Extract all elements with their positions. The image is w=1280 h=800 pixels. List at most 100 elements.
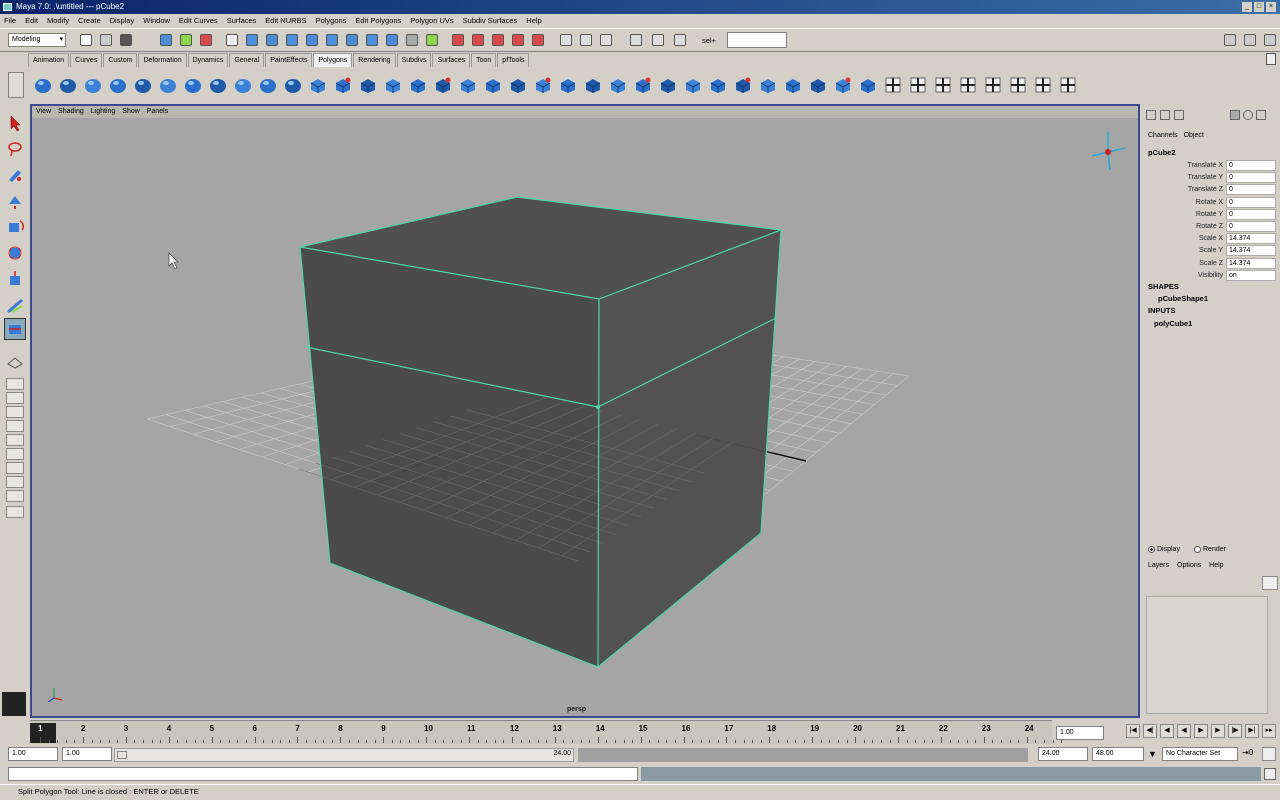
shelf-tab-pftools[interactable]: pfTools	[497, 53, 530, 67]
time-slider[interactable]: 1 2 3 4 5 6 7 8 9 10 11 12 13 14 15 16 17 18 19 20 21 22 23 24	[30, 720, 1063, 744]
split-polygon-tool-icon[interactable]	[4, 318, 26, 340]
checker-select-icon[interactable]	[982, 74, 1004, 96]
boolean-difference-icon[interactable]	[407, 74, 429, 96]
average-vertices-icon[interactable]	[507, 74, 529, 96]
mirror-geometry-icon[interactable]	[457, 74, 479, 96]
shelf-tab-dynamics[interactable]: Dynamics	[187, 53, 229, 67]
channel-arrow-icon[interactable]	[1256, 110, 1266, 120]
delete-edge-icon[interactable]	[757, 74, 779, 96]
poly-pipe-icon[interactable]	[207, 74, 229, 96]
layout-persp-outliner-icon[interactable]	[674, 34, 686, 46]
extract-icon[interactable]	[357, 74, 379, 96]
poly-soccer-ball-icon[interactable]	[257, 74, 279, 96]
attribute-value-field[interactable]: 14.374	[1226, 257, 1276, 269]
select-component-icon[interactable]	[200, 34, 212, 46]
current-frame-marker[interactable]	[30, 723, 56, 743]
append-polygon-icon[interactable]	[782, 74, 804, 96]
close-button[interactable]: ×	[1266, 2, 1276, 12]
lasso-tool-icon[interactable]	[4, 138, 26, 160]
shape-node-name[interactable]: pCubeShape1	[1158, 294, 1208, 303]
redo-icon[interactable]	[580, 34, 592, 46]
poly-helix-icon[interactable]	[232, 74, 254, 96]
merge-vertices-icon[interactable]	[732, 74, 754, 96]
selected-object-name[interactable]: pCube2	[1148, 148, 1176, 157]
channel-tool-icon[interactable]	[1230, 110, 1240, 120]
menu-display[interactable]: Display	[110, 14, 135, 28]
scale-tool-icon[interactable]	[4, 242, 26, 264]
hotbox-icon[interactable]	[600, 34, 612, 46]
toggle-smooth-icon[interactable]	[1057, 74, 1079, 96]
fill-hole-icon[interactable]	[582, 74, 604, 96]
attribute-value-field[interactable]: 0	[1226, 184, 1276, 196]
attribute-value-field[interactable]: 0	[1226, 221, 1276, 232]
channel-box-tab-channels[interactable]: Channels	[1148, 132, 1178, 139]
panel-menu-lighting[interactable]: Lighting	[91, 106, 116, 118]
step-forward-key-icon[interactable]: |▶	[1228, 724, 1242, 738]
poly-torus-icon[interactable]	[157, 74, 179, 96]
select-hierarchy-icon[interactable]	[160, 34, 172, 46]
select-object-icon[interactable]	[180, 34, 192, 46]
uv-texture-editor-icon[interactable]	[932, 74, 954, 96]
bevel-icon[interactable]	[707, 74, 729, 96]
playback-end-field[interactable]: 24.00	[1038, 747, 1088, 761]
select-tool-icon[interactable]	[4, 112, 26, 134]
paint-select-tool-icon[interactable]	[4, 164, 26, 186]
layout-graph-icon[interactable]	[6, 434, 24, 446]
open-scene-icon[interactable]	[100, 34, 112, 46]
attribute-value-field[interactable]: 0	[1226, 172, 1276, 184]
attribute-label[interactable]: Visibility	[1148, 270, 1226, 282]
step-back-key-icon[interactable]: ◀|	[1143, 724, 1157, 738]
shelf-tab-toon[interactable]: Toon	[471, 53, 497, 67]
attribute-editor-toggle-icon[interactable]	[1174, 110, 1184, 120]
menu-set-dropdown[interactable]: Modeling	[8, 33, 66, 47]
channel-box-icon[interactable]	[1146, 110, 1156, 120]
shelf-tab-rendering[interactable]: Rendering	[353, 53, 396, 67]
play-forwards-icon[interactable]: ▶	[1194, 724, 1208, 738]
menu-polygon-uvs[interactable]: Polygon UVs	[410, 14, 453, 28]
menu-subdiv-surfaces[interactable]: Subdiv Surfaces	[463, 14, 518, 28]
animation-start-field[interactable]: 1.00	[8, 747, 58, 761]
shelf-tab-animation[interactable]: Animation	[28, 53, 70, 67]
input-node-name[interactable]: polyCube1	[1154, 319, 1192, 328]
attribute-value-field[interactable]: 0	[1226, 160, 1276, 171]
planar-mapping-icon[interactable]	[857, 74, 879, 96]
checker-mapping-icon[interactable]	[1007, 74, 1029, 96]
attribute-label[interactable]: Scale Z	[1148, 258, 1226, 270]
layout-hypershade-icon[interactable]	[6, 448, 24, 460]
make-hole-icon[interactable]	[607, 74, 629, 96]
undo-icon[interactable]	[560, 34, 572, 46]
poly-platonic-icon[interactable]	[282, 74, 304, 96]
layout-single-icon[interactable]	[630, 34, 642, 46]
soft-select-icon[interactable]	[1032, 74, 1054, 96]
layout-expand-icon[interactable]	[6, 506, 24, 518]
shelf-tab-polygons[interactable]: Polygons	[313, 53, 353, 67]
lock-icon[interactable]	[406, 34, 418, 46]
separate-icon[interactable]	[332, 74, 354, 96]
menu-edit-polygons[interactable]: Edit Polygons	[355, 14, 401, 28]
layer-menu-options[interactable]: Options	[1177, 562, 1201, 569]
character-set-field[interactable]: No Character Set	[1162, 747, 1238, 761]
snap-point-icon[interactable]	[266, 34, 278, 46]
boolean-union-icon[interactable]	[382, 74, 404, 96]
universal-manipulator-icon[interactable]	[4, 268, 26, 290]
layout-render-icon[interactable]	[6, 462, 24, 474]
current-frame-field[interactable]: 1.00	[1056, 726, 1104, 740]
attribute-value-field[interactable]: 14.374	[1226, 245, 1276, 257]
minimize-button[interactable]: _	[1242, 2, 1252, 12]
menu-surfaces[interactable]: Surfaces	[227, 14, 257, 28]
character-set-dropdown-icon[interactable]: ▼	[1148, 749, 1157, 759]
layout-trax-icon[interactable]	[6, 476, 24, 488]
menu-file[interactable]: File	[4, 14, 16, 28]
sculpt-geometry-icon[interactable]	[807, 74, 829, 96]
step-forward-frame-icon[interactable]: ▶	[1211, 724, 1225, 738]
poly-cylinder-icon[interactable]	[82, 74, 104, 96]
display-layers-radio[interactable]: Display	[1148, 546, 1180, 553]
layer-menu-help[interactable]: Help	[1209, 562, 1223, 569]
layout-outliner-icon[interactable]	[6, 420, 24, 432]
menu-create[interactable]: Create	[78, 14, 101, 28]
split-polygon-icon[interactable]	[632, 74, 654, 96]
triangulate-icon[interactable]	[532, 74, 554, 96]
render-icon[interactable]	[452, 34, 464, 46]
save-scene-icon[interactable]	[120, 34, 132, 46]
cut-faces-icon[interactable]	[832, 74, 854, 96]
